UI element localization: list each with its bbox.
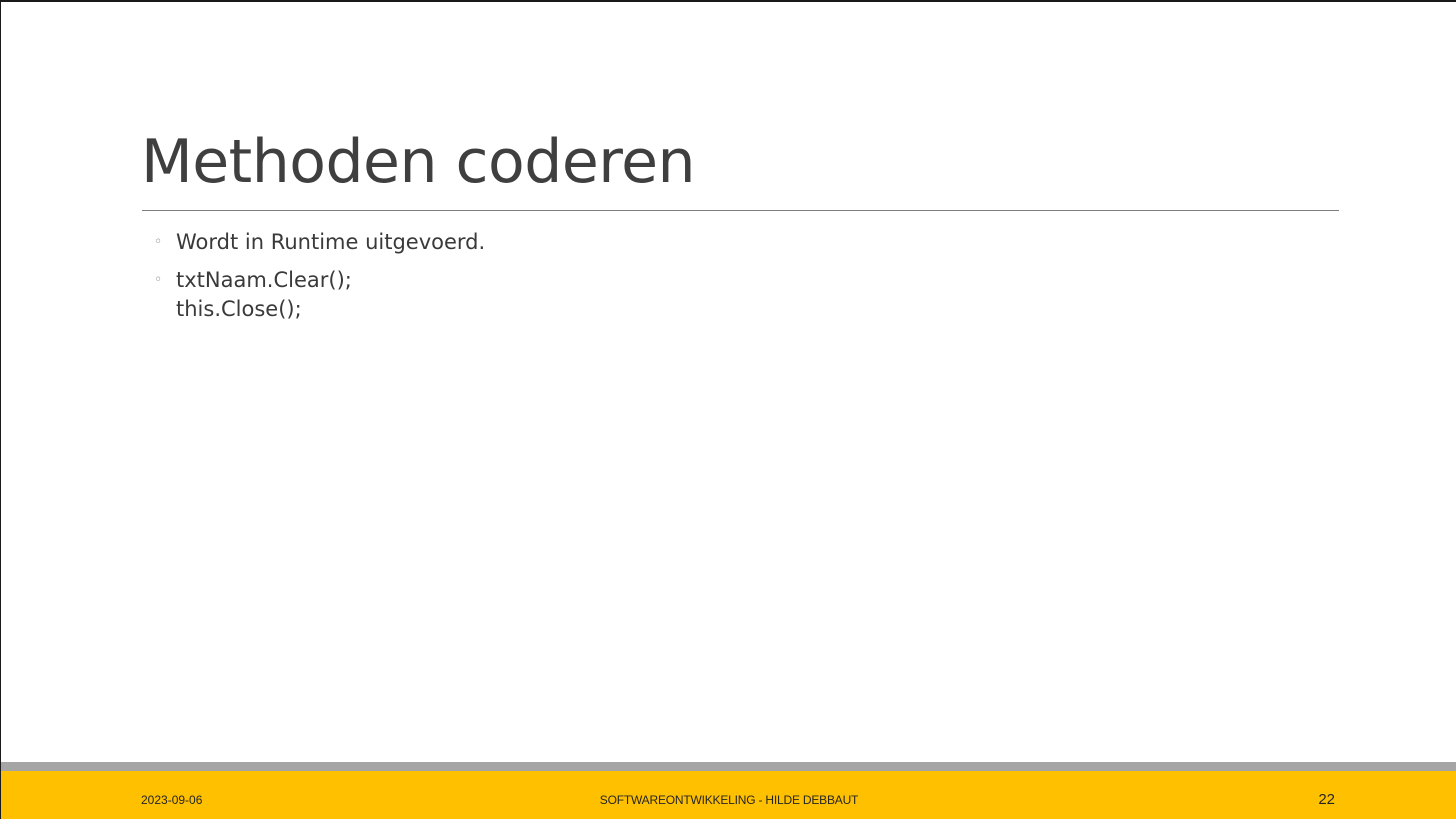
bullet-code-line: txtNaam.Clear(); <box>176 268 352 292</box>
bullet-item: ◦ txtNaam.Clear(); this.Close(); <box>151 266 485 324</box>
slide: Methoden coderen ◦ Wordt in Runtime uitg… <box>0 0 1456 819</box>
bullet-code-line: this.Close(); <box>176 297 302 321</box>
footer-gray-band <box>1 762 1456 771</box>
slide-title: Methoden coderen <box>141 127 696 197</box>
bullet-item: ◦ Wordt in Runtime uitgevoerd. <box>151 228 485 257</box>
slide-number: 22 <box>1318 791 1335 808</box>
bullet-circle-icon: ◦ <box>154 234 163 250</box>
footer-author: SOFTWAREONTWIKKELING - HILDE DEBBAUT <box>599 793 859 807</box>
bullet-circle-icon: ◦ <box>154 272 163 288</box>
title-divider <box>142 210 1339 211</box>
bullet-text: Wordt in Runtime uitgevoerd. <box>176 230 486 254</box>
bullet-list: ◦ Wordt in Runtime uitgevoerd. ◦ txtNaam… <box>151 228 485 333</box>
